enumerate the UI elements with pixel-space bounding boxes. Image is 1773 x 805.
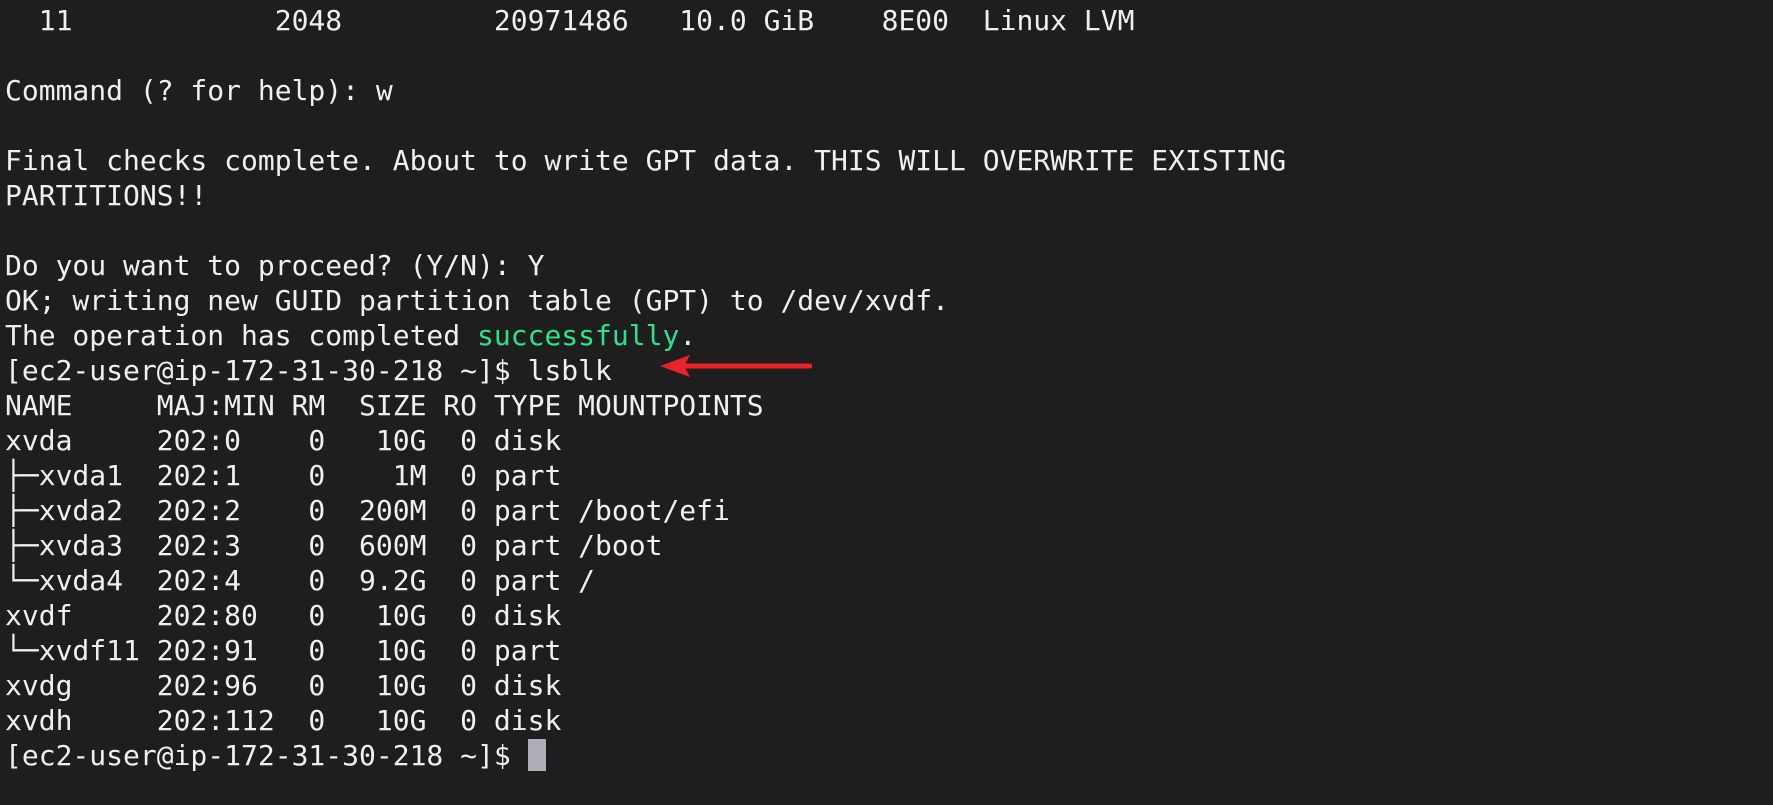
lsblk-header: NAME MAJ:MIN RM SIZE RO TYPE MOUNTPOINTS xyxy=(5,389,764,422)
success-word: successfully xyxy=(477,319,680,352)
lsblk-row: ├─xvda1 202:1 0 1M 0 part xyxy=(5,459,562,492)
lsblk-row: ├─xvda2 202:2 0 200M 0 part /boot/efi xyxy=(5,494,730,527)
operation-status-prefix: The operation has completed xyxy=(5,319,478,352)
shell-prompt: [ec2-user@ip-172-31-30-218 ~]$ xyxy=(5,739,528,772)
lsblk-row: ├─xvda3 202:3 0 600M 0 part /boot xyxy=(5,529,663,562)
final-checks-line: Final checks complete. About to write GP… xyxy=(5,144,1287,177)
writing-gpt-line: OK; writing new GUID partition table (GP… xyxy=(5,284,950,317)
lsblk-row: └─xvda4 202:4 0 9.2G 0 part / xyxy=(5,564,596,597)
command-prompt-line: Command (? for help): w xyxy=(5,74,393,107)
partition-table-row: 11 2048 20971486 10.0 GiB 8E00 Linux LVM xyxy=(5,4,1135,37)
lsblk-row: xvdh 202:112 0 10G 0 disk xyxy=(5,704,562,737)
lsblk-row: xvdf 202:80 0 10G 0 disk xyxy=(5,599,562,632)
operation-status-suffix: . xyxy=(679,319,697,352)
red-arrow-icon xyxy=(660,355,812,377)
lsblk-command-line: [ec2-user@ip-172-31-30-218 ~]$ lsblk xyxy=(5,354,612,387)
operation-status-line: The operation has completed successfully… xyxy=(5,318,1773,353)
active-prompt-line[interactable]: [ec2-user@ip-172-31-30-218 ~]$ xyxy=(5,738,1773,773)
block-cursor[interactable] xyxy=(527,739,546,771)
lsblk-row: xvdg 202:96 0 10G 0 disk xyxy=(5,669,562,702)
final-checks-line-cont: PARTITIONS!! xyxy=(5,179,208,212)
proceed-prompt-line: Do you want to proceed? (Y/N): Y xyxy=(5,249,545,282)
lsblk-row: └─xvdf11 202:91 0 10G 0 part xyxy=(5,634,562,667)
terminal-window[interactable]: 11 2048 20971486 10.0 GiB 8E00 Linux LVM… xyxy=(0,0,1773,805)
lsblk-row: xvda 202:0 0 10G 0 disk xyxy=(5,424,562,457)
